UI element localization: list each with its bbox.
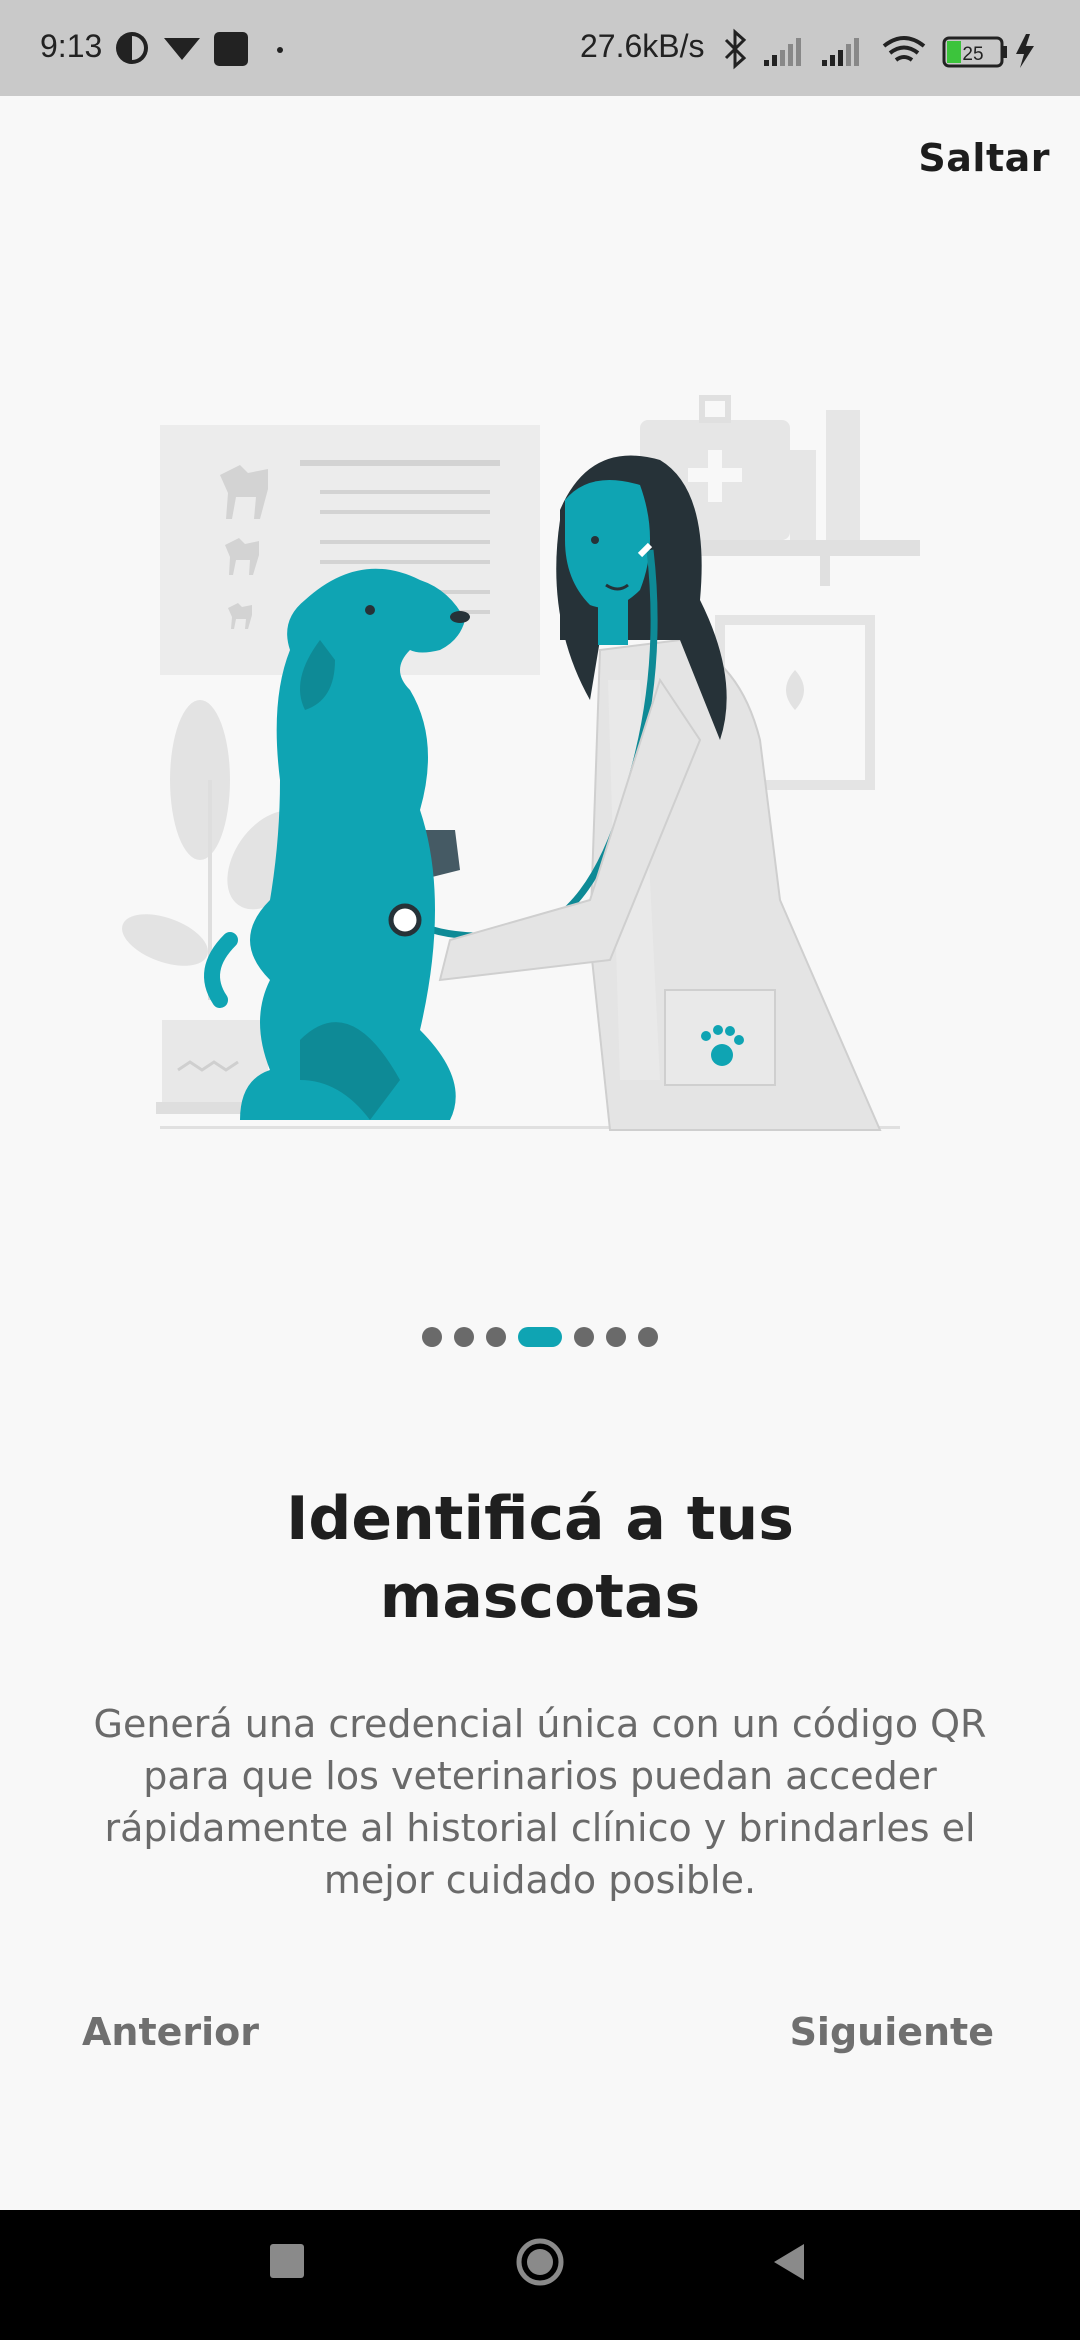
status-right-icons: 25 bbox=[724, 28, 1034, 70]
download-icon bbox=[164, 38, 200, 60]
svg-text:25: 25 bbox=[962, 44, 983, 65]
status-net-rate: 27.6kB/s bbox=[580, 28, 705, 64]
page-dot-1[interactable] bbox=[422, 1327, 442, 1347]
page-dot-4-active[interactable] bbox=[518, 1327, 562, 1347]
veterinarian-illustration bbox=[122, 395, 920, 1131]
page-dot-3[interactable] bbox=[486, 1327, 506, 1347]
page-dot-7[interactable] bbox=[638, 1327, 658, 1347]
bluetooth-icon bbox=[724, 28, 747, 70]
status-time: 9:13 bbox=[40, 28, 103, 64]
page-dot-6[interactable] bbox=[606, 1327, 626, 1347]
app-icon bbox=[116, 32, 148, 64]
dot-icon bbox=[277, 47, 283, 53]
status-bar: 9:13 27.6kB/s 25 bbox=[0, 0, 1080, 96]
home-icon[interactable] bbox=[514, 2236, 566, 2288]
next-button[interactable]: Siguiente bbox=[790, 2010, 994, 2054]
signal-icon bbox=[764, 38, 801, 66]
recent-apps-icon[interactable] bbox=[270, 2244, 304, 2278]
previous-button[interactable]: Anterior bbox=[82, 2010, 259, 2054]
page-indicator bbox=[0, 1326, 1080, 1348]
charging-icon bbox=[1016, 34, 1034, 68]
skip-button[interactable]: Saltar bbox=[918, 136, 1050, 180]
back-icon[interactable] bbox=[768, 2240, 808, 2284]
onboarding-description: Generá una credencial única con un códig… bbox=[93, 1702, 987, 1902]
page-dot-2[interactable] bbox=[454, 1327, 474, 1347]
wifi-icon bbox=[882, 36, 926, 62]
square-icon bbox=[214, 32, 248, 66]
page-dot-5[interactable] bbox=[574, 1327, 594, 1347]
onboarding-title: Identificá a tus mascotas bbox=[286, 1484, 794, 1632]
battery-icon: 25 bbox=[942, 36, 1007, 68]
status-left-icons bbox=[116, 32, 283, 66]
signal-icon-2 bbox=[822, 38, 859, 66]
